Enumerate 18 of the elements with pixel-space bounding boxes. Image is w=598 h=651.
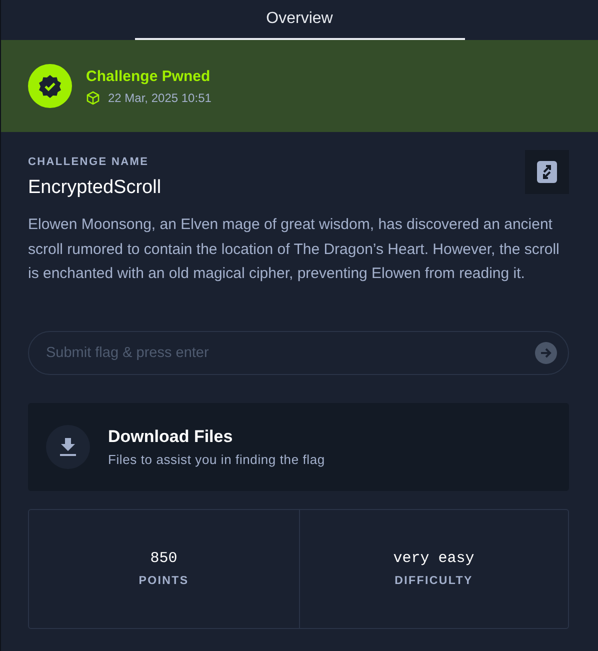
solved-date: 22 Mar, 2025 10:51 <box>108 90 212 104</box>
field-label: CHALLENGE NAME <box>28 156 150 168</box>
swap-button[interactable] <box>525 150 569 194</box>
cube-icon <box>86 90 100 104</box>
status-title: Challenge Pwned <box>86 68 212 84</box>
download-title: Download Files <box>108 426 234 446</box>
download-card[interactable]: Download Files Files to assist you in finding the flag <box>28 402 569 490</box>
challenge-name: EncryptedScroll <box>28 177 162 199</box>
download-subtitle: Files to assist you in finding the flag <box>108 452 325 466</box>
flag-input-field[interactable]: Submit flag & press enter <box>28 330 569 374</box>
verified-badge-icon <box>28 64 72 108</box>
stat-label: POINTS <box>138 575 189 587</box>
challenge-description: Elowen Moonsong, an Elven mage of great wisdom, has discovered an ancient scroll rumored to contain the location of The Dragon’s Heart. However, the scroll is enchanted with an old magical cipher, preventing Elowen from reading it. <box>28 215 560 284</box>
stat-label: DIFFICULTY <box>394 575 473 587</box>
stat-value: 850 <box>150 550 178 567</box>
download-icon <box>46 424 90 468</box>
stat-value: very easy <box>393 550 474 567</box>
swap-icon <box>537 161 557 183</box>
